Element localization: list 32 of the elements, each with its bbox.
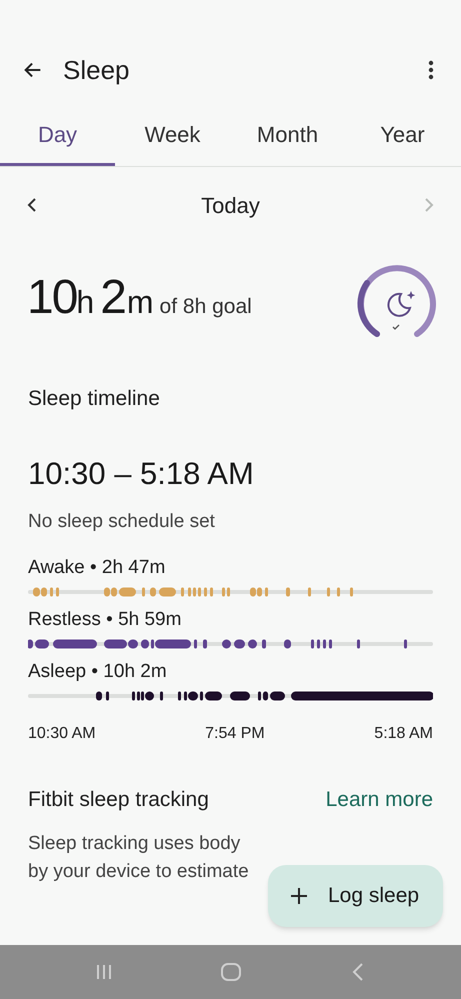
time-range: 10:30 – 5:18 AM bbox=[28, 455, 255, 493]
description-text: by your device to estimate bbox=[28, 860, 250, 884]
stage-label: Asleep • 10h 2m bbox=[28, 660, 168, 684]
learn-more-link[interactable]: Learn more bbox=[326, 784, 433, 816]
stage-label: Awake • 2h 47m bbox=[28, 556, 166, 580]
tab[interactable]: Day bbox=[0, 105, 115, 166]
back-icon bbox=[352, 963, 364, 981]
tab[interactable]: Week bbox=[115, 105, 230, 166]
date-label: Today bbox=[201, 192, 260, 220]
home-icon bbox=[220, 963, 240, 981]
minutes-value: 2 bbox=[100, 270, 127, 326]
page-title: Sleep bbox=[63, 54, 130, 86]
section-title: Fitbit sleep tracking bbox=[28, 787, 209, 813]
stage-label: Restless • 5h 59m bbox=[28, 608, 182, 632]
tab[interactable]: Month bbox=[230, 105, 345, 166]
log-sleep-button[interactable]: Log sleep bbox=[268, 865, 443, 927]
more-vertical-icon bbox=[428, 60, 434, 80]
section-title: Sleep timeline bbox=[28, 386, 161, 412]
plus-icon bbox=[290, 887, 308, 905]
recent-apps-icon bbox=[96, 964, 112, 980]
minutes-unit: m bbox=[126, 283, 154, 322]
goal-text: of 8h goal bbox=[160, 294, 252, 320]
chevron-left-icon bbox=[27, 197, 37, 213]
description-text: Sleep tracking uses body bbox=[28, 832, 242, 856]
axis-label: 7:54 PM bbox=[205, 724, 265, 744]
hours-value: 10 bbox=[27, 270, 76, 326]
axis-label: 10:30 AM bbox=[28, 724, 96, 744]
axis-label: 5:18 AM bbox=[374, 724, 433, 744]
tab[interactable]: Year bbox=[345, 105, 460, 166]
chevron-right-icon bbox=[424, 197, 434, 213]
hours-unit: h bbox=[76, 284, 94, 322]
schedule-text: No sleep schedule set bbox=[28, 510, 216, 534]
